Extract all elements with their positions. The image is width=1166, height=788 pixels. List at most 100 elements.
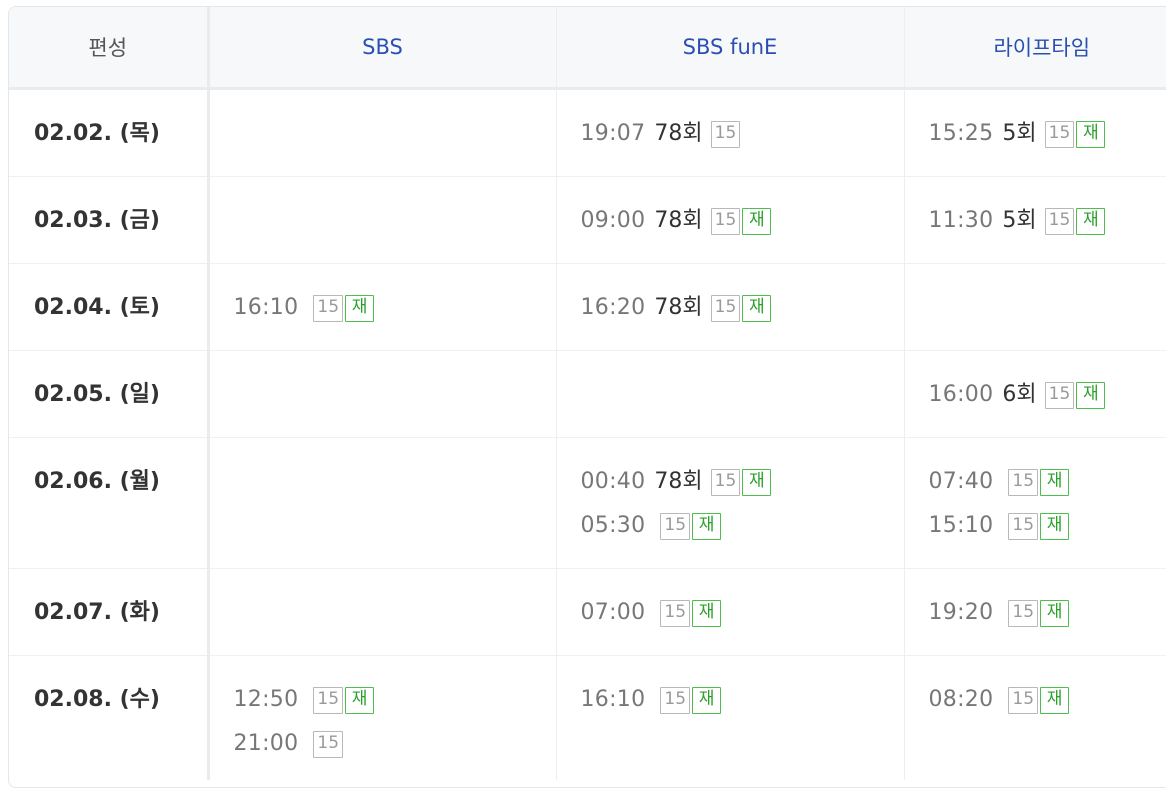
rerun-badge: 재 (1040, 687, 1069, 714)
entry-list: 16:006회15재 (929, 380, 1166, 410)
schedule-cell-sbs-fune: 07:00 15재 (556, 569, 904, 656)
schedule-row: 02.07. (화)07:0015재19:2015재 (9, 569, 1166, 656)
day-label: 02.02. (목) (34, 119, 207, 149)
day-cell: 02.03. (금) (9, 177, 208, 264)
rerun-badge: 재 (692, 513, 721, 540)
broadcast-entry[interactable]: 12:5015재 (234, 685, 556, 715)
broadcast-time: 15:10 (929, 511, 994, 541)
broadcast-entry[interactable]: 16:006회15재 (929, 380, 1166, 410)
broadcast-entry[interactable]: 07:00 15재 (581, 598, 904, 628)
broadcast-entry[interactable]: 05:3015재 (581, 511, 904, 541)
age-rating-badge: 15 (1045, 121, 1075, 148)
schedule-cell-sbs-fune: 16:2078회15재 (556, 264, 904, 351)
broadcast-time: 16:20 (581, 293, 646, 323)
age-rating-badge: 15 (711, 121, 741, 148)
episode-number: 78회 (654, 119, 702, 149)
rerun-badge: 재 (1076, 208, 1105, 235)
broadcast-entry[interactable]: 08:2015재 (929, 685, 1166, 715)
schedule-cell-lifetime (904, 264, 1166, 351)
broadcast-entry[interactable]: 15:255회15재 (929, 119, 1166, 149)
age-rating-badge: 15 (313, 295, 343, 322)
broadcast-entry[interactable]: 16:2078회15재 (581, 293, 904, 323)
age-rating-badge: 15 (711, 295, 741, 322)
broadcast-time: 19:07 (581, 119, 646, 149)
channel-header-lifetime[interactable]: 라이프타임 (904, 7, 1166, 89)
channel-header-sbs[interactable]: SBS (208, 7, 556, 89)
day-label: 02.04. (토) (34, 293, 207, 323)
age-rating-badge: 15 (313, 687, 343, 714)
broadcast-time: 12:50 (234, 685, 299, 715)
badge-group: 15재 (1045, 208, 1106, 235)
schedule-cell-lifetime: 16:006회15재 (904, 351, 1166, 438)
schedule-row: 02.08. (수)12:5015재21:001516:1015재08:2015… (9, 656, 1166, 781)
badge-group: 15재 (1001, 513, 1069, 540)
schedule-row: 02.02. (목)19:0778회1515:255회15재 (9, 89, 1166, 177)
rerun-badge: 재 (1040, 513, 1069, 540)
rerun-badge: 재 (1076, 121, 1105, 148)
rerun-badge: 재 (1076, 382, 1105, 409)
entry-list: 08:2015재 (929, 685, 1166, 715)
schedule-cell-sbs: 12:5015재21:0015 (208, 656, 556, 781)
age-rating-badge: 15 (313, 731, 343, 758)
channel-header-sbs-fune[interactable]: SBS funE (556, 7, 904, 89)
badge-group: 15재 (711, 469, 772, 496)
schedule-cell-lifetime: 19:2015재 (904, 569, 1166, 656)
age-rating-badge: 15 (660, 600, 690, 627)
schedule-cell-sbs (208, 89, 556, 177)
broadcast-time: 11:30 (929, 206, 994, 236)
schedule-row: 02.05. (일) 16:006회15재 (9, 351, 1166, 438)
schedule-cell-sbs-fune: 16:1015재 (556, 656, 904, 781)
badge-group: 15재 (653, 600, 721, 627)
broadcast-entry[interactable]: 16:1015재 (234, 293, 556, 323)
entry-list: 16:2078회15재 (581, 293, 904, 323)
header-row: 편성 SBS SBS funE 라이프타임 (9, 7, 1166, 89)
broadcast-entry[interactable]: 11:30 5회 15재 (929, 206, 1166, 236)
broadcast-entry[interactable]: 19:2015재 (929, 598, 1166, 628)
broadcast-time: 07:00 (581, 598, 646, 628)
schedule-corner-header: 편성 (9, 7, 208, 89)
schedule-row: 02.03. (금)09:0078회15재11:305회15재 (9, 177, 1166, 264)
broadcast-time: 07:40 (929, 467, 994, 497)
broadcast-entry[interactable]: 09:0078회15재 (581, 206, 904, 236)
broadcast-time: 21:00 (234, 729, 299, 759)
schedule-cell-lifetime: 08:2015재 (904, 656, 1166, 781)
age-rating-badge: 15 (1008, 513, 1038, 540)
schedule-cell-sbs-fune (556, 351, 904, 438)
day-label: 02.05. (일) (34, 380, 207, 410)
entry-list: 19:07 78회 15 (581, 119, 904, 149)
episode-number: 78회 (654, 206, 702, 236)
day-cell: 02.06. (월) (9, 438, 208, 569)
badge-group: 15재 (653, 687, 721, 714)
age-rating-badge: 15 (1008, 469, 1038, 496)
broadcast-time: 16:00 (929, 380, 994, 410)
rerun-badge: 재 (742, 469, 771, 496)
schedule-cell-lifetime: 11:30 5회 15재 (904, 177, 1166, 264)
schedule-body: 02.02. (목)19:0778회1515:255회15재02.03. (금)… (9, 89, 1166, 781)
broadcast-entry[interactable]: 16:1015재 (581, 685, 904, 715)
entry-list: 15:255회15재 (929, 119, 1166, 149)
broadcast-entry[interactable]: 15:10 15재 (929, 511, 1166, 541)
schedule-cell-lifetime: 07:40 15재 15:10 15재 (904, 438, 1166, 569)
schedule-table-container: 편성 SBS SBS funE 라이프타임 02.02. (목) 19:07 78회… (8, 6, 1166, 788)
rerun-badge: 재 (742, 295, 771, 322)
broadcast-time: 00:40 (581, 467, 646, 497)
entry-list: 00:40 78회 15재 05:3015재 (581, 467, 904, 541)
episode-number: 78회 (654, 467, 702, 497)
broadcast-entry[interactable]: 21:00 15 (234, 729, 556, 759)
badge-group: 15재 (711, 208, 772, 235)
schedule-cell-sbs (208, 177, 556, 264)
episode-number: 5회 (1002, 206, 1036, 236)
schedule-row: 02.04. (토) 16:1015재 16:2078회15재 (9, 264, 1166, 351)
rerun-badge: 재 (1040, 600, 1069, 627)
broadcast-entry[interactable]: 19:07 78회 15 (581, 119, 904, 149)
broadcast-time: 19:20 (929, 598, 994, 628)
broadcast-entry[interactable]: 00:40 78회 15재 (581, 467, 904, 497)
schedule-cell-sbs (208, 569, 556, 656)
schedule-cell-sbs-fune: 09:0078회15재 (556, 177, 904, 264)
rerun-badge: 재 (692, 687, 721, 714)
entry-list: 09:0078회15재 (581, 206, 904, 236)
rerun-badge: 재 (1040, 469, 1069, 496)
age-rating-badge: 15 (711, 208, 741, 235)
entry-list: 16:1015재 (581, 685, 904, 715)
broadcast-entry[interactable]: 07:40 15재 (929, 467, 1166, 497)
